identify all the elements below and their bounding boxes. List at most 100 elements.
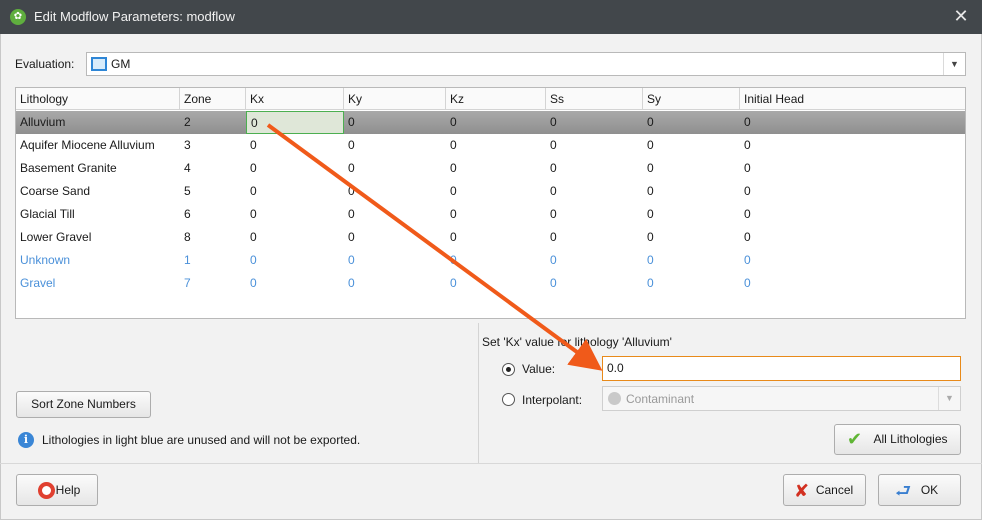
cell-ih[interactable]: 0 xyxy=(740,249,965,272)
cell-sy[interactable]: 0 xyxy=(643,226,740,249)
cell-zone[interactable]: 3 xyxy=(180,134,246,157)
cell-ky[interactable]: 0 xyxy=(344,111,446,134)
value-input[interactable]: 0.0 xyxy=(602,356,961,381)
cell-zone[interactable]: 2 xyxy=(180,111,246,134)
cell-sy[interactable]: 0 xyxy=(643,157,740,180)
cell-ih[interactable]: 0 xyxy=(740,134,965,157)
cell-ss[interactable]: 0 xyxy=(546,226,643,249)
column-header-ky[interactable]: Ky xyxy=(344,88,446,110)
table-header: Lithology Zone Kx Ky Kz Ss Sy Initial He… xyxy=(16,88,965,110)
interpolant-value: Contaminant xyxy=(626,392,695,406)
cell-kz[interactable]: 0 xyxy=(446,226,546,249)
cell-lithology[interactable]: Unknown xyxy=(16,249,180,272)
cell-ss[interactable]: 0 xyxy=(546,249,643,272)
cell-sy[interactable]: 0 xyxy=(643,272,740,295)
column-header-kz[interactable]: Kz xyxy=(446,88,546,110)
cell-zone[interactable]: 8 xyxy=(180,226,246,249)
cell-lithology[interactable]: Aquifer Miocene Alluvium xyxy=(16,134,180,157)
cell-kx[interactable]: 0 xyxy=(246,249,344,272)
cell-sy[interactable]: 0 xyxy=(643,180,740,203)
cell-kz[interactable]: 0 xyxy=(446,203,546,226)
interpolant-radio[interactable] xyxy=(502,393,515,406)
table-row[interactable]: Lower Gravel 8 0 0 0 0 0 0 xyxy=(16,226,965,249)
cell-ss[interactable]: 0 xyxy=(546,203,643,226)
cell-zone[interactable]: 1 xyxy=(180,249,246,272)
cell-ky[interactable]: 0 xyxy=(344,226,446,249)
table-row[interactable]: Basement Granite 4 0 0 0 0 0 0 xyxy=(16,157,965,180)
cell-kz[interactable]: 0 xyxy=(446,157,546,180)
cell-lithology[interactable]: Gravel xyxy=(16,272,180,295)
cell-ih[interactable]: 0 xyxy=(740,203,965,226)
column-header-initial-head[interactable]: Initial Head xyxy=(740,88,965,110)
cell-sy[interactable]: 0 xyxy=(643,249,740,272)
cell-lithology[interactable]: Basement Granite xyxy=(16,157,180,180)
cell-kz[interactable]: 0 xyxy=(446,272,546,295)
chevron-down-icon[interactable]: ▼ xyxy=(938,387,960,410)
column-header-lithology[interactable]: Lithology xyxy=(16,88,180,110)
interpolant-dropdown[interactable]: Contaminant ▼ xyxy=(602,386,961,411)
cell-ss[interactable]: 0 xyxy=(546,272,643,295)
cell-lithology[interactable]: Coarse Sand xyxy=(16,180,180,203)
cell-kx[interactable]: 0 xyxy=(246,111,344,134)
cell-kx[interactable]: 0 xyxy=(246,180,344,203)
cell-kx[interactable]: 0 xyxy=(246,157,344,180)
column-header-kx[interactable]: Kx xyxy=(246,88,344,110)
cell-ih[interactable]: 0 xyxy=(740,226,965,249)
table-row[interactable]: Alluvium 2 0 0 0 0 0 0 xyxy=(16,111,965,134)
all-lithologies-button[interactable]: ✔ All Lithologies xyxy=(834,424,961,455)
cell-ky[interactable]: 0 xyxy=(344,272,446,295)
cell-kx[interactable]: 0 xyxy=(246,134,344,157)
cell-ky[interactable]: 0 xyxy=(344,203,446,226)
cell-kz[interactable]: 0 xyxy=(446,111,546,134)
enter-arrow-icon: ⮐ xyxy=(895,481,912,501)
column-header-sy[interactable]: Sy xyxy=(643,88,740,110)
table-row[interactable]: Coarse Sand 5 0 0 0 0 0 0 xyxy=(16,180,965,203)
cell-kz[interactable]: 0 xyxy=(446,180,546,203)
cell-ih[interactable]: 0 xyxy=(740,180,965,203)
cell-ss[interactable]: 0 xyxy=(546,180,643,203)
cancel-x-icon: ✘ xyxy=(794,481,810,501)
value-radio[interactable] xyxy=(502,363,515,376)
cancel-button[interactable]: ✘ Cancel xyxy=(783,474,866,506)
cell-sy[interactable]: 0 xyxy=(643,111,740,134)
cell-zone[interactable]: 5 xyxy=(180,180,246,203)
cell-sy[interactable]: 0 xyxy=(643,134,740,157)
cell-ih[interactable]: 0 xyxy=(740,272,965,295)
cell-lithology[interactable]: Lower Gravel xyxy=(16,226,180,249)
cell-ss[interactable]: 0 xyxy=(546,134,643,157)
cell-ih[interactable]: 0 xyxy=(740,157,965,180)
cell-ky[interactable]: 0 xyxy=(344,180,446,203)
cell-ih[interactable]: 0 xyxy=(740,111,965,134)
cell-zone[interactable]: 6 xyxy=(180,203,246,226)
evaluation-dropdown[interactable]: GM ▼ xyxy=(86,52,966,76)
info-icon: i xyxy=(18,432,34,448)
cell-ky[interactable]: 0 xyxy=(344,134,446,157)
table-row[interactable]: Aquifer Miocene Alluvium 3 0 0 0 0 0 0 xyxy=(16,134,965,157)
cell-zone[interactable]: 7 xyxy=(180,272,246,295)
chevron-down-icon[interactable]: ▼ xyxy=(943,53,965,75)
sort-zone-numbers-button[interactable]: Sort Zone Numbers xyxy=(16,391,151,418)
cell-kx[interactable]: 0 xyxy=(246,272,344,295)
cell-ss[interactable]: 0 xyxy=(546,157,643,180)
cell-lithology[interactable]: Alluvium xyxy=(16,111,180,134)
cell-kz[interactable]: 0 xyxy=(446,249,546,272)
close-icon[interactable]: ✕ xyxy=(950,5,972,27)
cell-ss[interactable]: 0 xyxy=(546,111,643,134)
table-row[interactable]: Gravel 7 0 0 0 0 0 0 xyxy=(16,272,965,295)
help-button[interactable]: Help xyxy=(16,474,98,506)
cell-kz[interactable]: 0 xyxy=(446,134,546,157)
cell-lithology[interactable]: Glacial Till xyxy=(16,203,180,226)
cell-kx[interactable]: 0 xyxy=(246,226,344,249)
table-row[interactable]: Glacial Till 6 0 0 0 0 0 0 xyxy=(16,203,965,226)
cell-ky[interactable]: 0 xyxy=(344,249,446,272)
table-row[interactable]: Unknown 1 0 0 0 0 0 0 xyxy=(16,249,965,272)
column-header-zone[interactable]: Zone xyxy=(180,88,246,110)
cell-kx[interactable]: 0 xyxy=(246,203,344,226)
cell-ky[interactable]: 0 xyxy=(344,157,446,180)
cell-sy[interactable]: 0 xyxy=(643,203,740,226)
value-label[interactable]: Value: xyxy=(522,362,555,376)
cell-zone[interactable]: 4 xyxy=(180,157,246,180)
interpolant-label[interactable]: Interpolant: xyxy=(522,393,582,407)
column-header-ss[interactable]: Ss xyxy=(546,88,643,110)
ok-button[interactable]: ⮐ OK xyxy=(878,474,961,506)
